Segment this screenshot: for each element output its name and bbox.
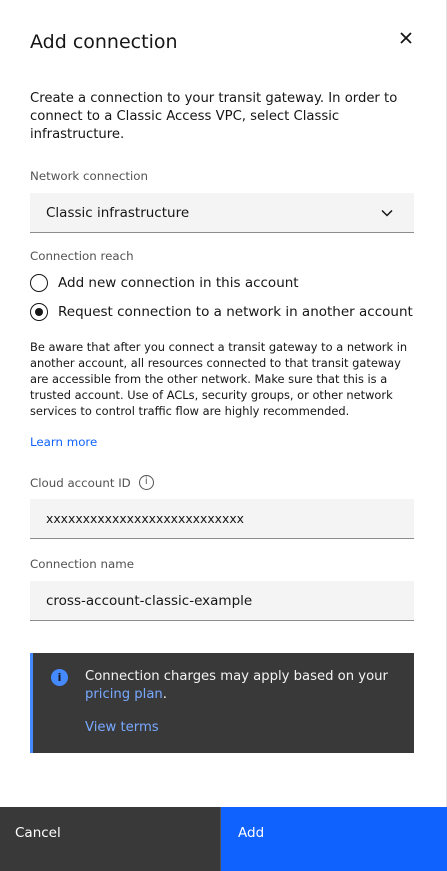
radio-label: Request connection to a network in anoth… bbox=[58, 304, 413, 320]
connection-reach-label: Connection reach bbox=[30, 249, 134, 263]
info-icon[interactable]: i bbox=[138, 475, 154, 490]
radio-label: Add new connection in this account bbox=[58, 275, 299, 291]
cloud-account-id-label: Cloud account ID i bbox=[30, 475, 154, 490]
cloud-account-id-input[interactable] bbox=[30, 499, 414, 539]
add-connection-panel: Add connection Create a connection to yo… bbox=[0, 0, 447, 871]
network-connection-value: Classic infrastructure bbox=[46, 204, 190, 221]
connection-name-label: Connection name bbox=[30, 557, 134, 571]
notification-text-after: . bbox=[162, 687, 167, 702]
connection-name-input[interactable] bbox=[30, 581, 414, 621]
notification-message: Connection charges may apply based on yo… bbox=[85, 668, 395, 704]
panel-title: Add connection bbox=[30, 31, 178, 53]
radio-option-another-account[interactable]: Request connection to a network in anoth… bbox=[30, 303, 413, 321]
info-filled-icon: i bbox=[51, 669, 68, 686]
notification-text-before: Connection charges may apply based on yo… bbox=[85, 669, 388, 684]
cloud-account-id-label-text: Cloud account ID bbox=[30, 475, 131, 490]
cross-account-warning: Be aware that after you connect a transi… bbox=[30, 340, 408, 418]
panel-footer: Cancel Add bbox=[0, 807, 447, 871]
cancel-button[interactable]: Cancel bbox=[0, 807, 221, 871]
pricing-plan-link[interactable]: pricing plan bbox=[85, 687, 163, 702]
radio-button-unchecked[interactable] bbox=[30, 274, 48, 292]
network-connection-label: Network connection bbox=[30, 169, 149, 183]
network-connection-select[interactable]: Classic infrastructure bbox=[30, 193, 414, 233]
radio-option-this-account[interactable]: Add new connection in this account bbox=[30, 274, 299, 292]
view-terms-link[interactable]: View terms bbox=[85, 720, 159, 735]
panel-description: Create a connection to your transit gate… bbox=[30, 91, 398, 142]
radio-button-checked[interactable] bbox=[30, 303, 48, 321]
close-button[interactable] bbox=[396, 28, 416, 48]
add-button[interactable]: Add bbox=[221, 807, 447, 871]
pricing-notification: i Connection charges may apply based on … bbox=[30, 653, 414, 753]
chevron-down-icon bbox=[381, 209, 393, 217]
learn-more-link[interactable]: Learn more bbox=[30, 435, 97, 449]
close-icon bbox=[400, 32, 412, 44]
